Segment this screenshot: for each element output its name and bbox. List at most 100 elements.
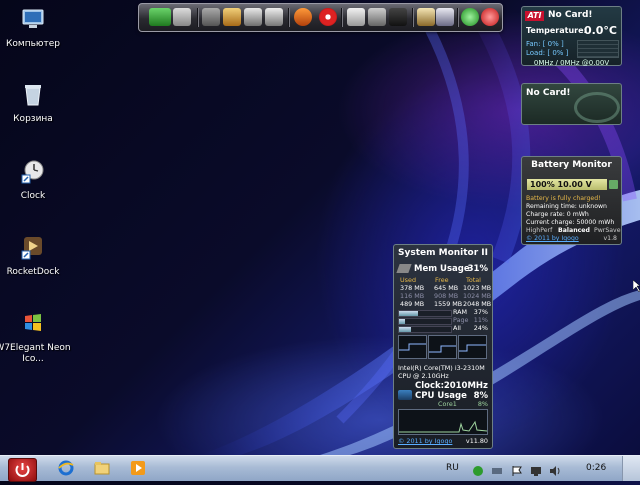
dock-separator [412, 8, 414, 27]
mem-usage-label: Mem Usage [414, 264, 470, 274]
ram-history-graph [398, 335, 427, 359]
memory-icon [396, 264, 412, 273]
clock-value: 2010MHz [443, 381, 488, 391]
col-header-free: Free [435, 276, 449, 284]
fan-readout: Fan: [ 0% ] [526, 40, 564, 48]
power-mode-balanced[interactable]: Balanced [558, 227, 590, 235]
nvidia-eye-icon [574, 92, 620, 123]
mem-cell: 116 MB [400, 292, 425, 300]
show-desktop-button[interactable] [622, 456, 640, 481]
cable-icon[interactable] [202, 8, 220, 26]
toolbox-icon[interactable] [417, 8, 435, 26]
clock-icon [21, 160, 44, 184]
volume-icon[interactable] [549, 462, 561, 476]
desktop-icon-recycle-bin[interactable]: Корзина [0, 81, 72, 125]
power-icon[interactable] [481, 8, 499, 26]
media-player-icon[interactable] [129, 459, 147, 477]
cpu-model: Intel(R) Core(TM) i3-2310M [398, 364, 485, 372]
power-mode-pwrsave[interactable]: PwrSave [594, 227, 621, 235]
cpu-name: Intel(R) Core(TM) i3-2310M CPU @ 2.10GHz [398, 364, 485, 380]
mem-usage-value: 31% [467, 264, 488, 274]
all-history-graph [458, 335, 487, 359]
desktop-icon-computer[interactable]: Компьютер [0, 6, 72, 50]
gadget-title: System Monitor II [397, 248, 488, 258]
power-symbol-icon [15, 463, 30, 477]
page-label: Page [453, 316, 469, 324]
page-history-graph [428, 335, 457, 359]
cpu-icon [398, 390, 412, 400]
network-icon[interactable] [491, 462, 503, 474]
page-value: 11% [473, 316, 488, 324]
battery-remaining: Remaining time: unknown [526, 203, 607, 210]
dock-separator [288, 8, 290, 27]
paint-icon[interactable] [265, 8, 283, 26]
nvidia-gpu-gadget[interactable]: No Card! [521, 83, 622, 125]
battery-current-charge: Current charge: 50000 mWh [526, 219, 615, 226]
mem-cell: 489 MB [400, 300, 425, 308]
explorer-folder-icon[interactable] [93, 459, 111, 477]
ram-label: RAM [453, 308, 468, 316]
ati-logo: ATI [525, 11, 544, 21]
gear-icon[interactable] [244, 8, 262, 26]
rocketdock-icon [21, 237, 42, 260]
gadget-title: Battery Monitor [531, 160, 612, 170]
dock-separator [341, 8, 343, 27]
version-label: v11.80 [465, 437, 488, 445]
taskbar-clock[interactable]: 0:26 [586, 463, 606, 473]
system-monitor-gadget[interactable]: System Monitor II Mem Usage 31% Used Fre… [393, 244, 493, 449]
computer-icon [22, 9, 44, 28]
photos-icon[interactable] [223, 8, 241, 26]
internet-explorer-icon[interactable] [57, 459, 75, 477]
all-value: 24% [473, 324, 488, 332]
desktop-icon-label: Clock [20, 191, 46, 201]
rocketdock-bar [138, 3, 503, 32]
power-mode-highperf[interactable]: HighPerf [526, 227, 552, 235]
language-indicator[interactable]: RU [446, 463, 459, 473]
battery-charge-rate: Charge rate: 0 mWh [526, 211, 589, 218]
disk-icon[interactable] [389, 8, 407, 26]
tools-icon[interactable] [173, 8, 191, 26]
plug-icon [609, 180, 618, 189]
version-label: v1.8 [603, 235, 617, 242]
mem-cell: 2048 MB [463, 300, 492, 308]
battery-status: Battery is fully charged! [526, 195, 601, 202]
accept-icon[interactable] [461, 8, 479, 26]
cpu-speed: CPU @ 2.10GHz [398, 372, 449, 380]
desktop-icon-label: Компьютер [6, 39, 60, 49]
desktop-icon-clock[interactable]: Clock [0, 158, 72, 202]
battery-meter: 100% 10.00 V [527, 179, 607, 190]
desktop-icon-label: W7Elegant Neon Ico... [0, 343, 71, 364]
mem-cell: 1024 MB [463, 292, 492, 300]
ati-gpu-gadget[interactable]: ATI No Card! Temperature: 0.0°C Fan: [ 0… [521, 6, 622, 67]
battery-monitor-gadget[interactable]: Battery Monitor 100% 10.00 V Battery is … [521, 156, 622, 245]
page-meter [398, 318, 452, 325]
security-icon[interactable] [472, 462, 484, 476]
desktop-icon-w7elegant[interactable]: W7Elegant Neon Ico... [0, 310, 72, 365]
display-icon[interactable] [530, 462, 542, 476]
start-button[interactable] [8, 458, 37, 482]
core-label: Core1 [438, 400, 457, 408]
hero-icon[interactable] [294, 8, 312, 26]
monitor-icon[interactable] [149, 8, 171, 26]
media-icon[interactable] [436, 8, 454, 26]
all-label: All [453, 324, 461, 332]
flag-icon[interactable] [511, 462, 523, 476]
col-header-used: Used [400, 276, 416, 284]
ram-meter [398, 310, 452, 317]
clock-label: Clock: [415, 381, 445, 391]
mem-cell: 1023 MB [463, 284, 492, 292]
mem-cell: 645 MB [434, 284, 459, 292]
folders-icon[interactable] [368, 8, 386, 26]
desktop-icon-rocketdock[interactable]: RocketDock [0, 234, 72, 278]
copyright-link[interactable]: © 2011 by Igogo [398, 437, 452, 445]
mem-cell: 378 MB [400, 284, 425, 292]
magnet-icon[interactable] [319, 8, 337, 26]
desktop-icon-label: Корзина [13, 114, 53, 124]
copyright-link[interactable]: © 2011 by Igogo [526, 235, 579, 242]
gpu-clock-readout: 0MHz / 0MHz @0.00V [533, 59, 610, 67]
gpu-meter [577, 40, 619, 58]
archive-icon[interactable] [347, 8, 365, 26]
temperature-value: 0.0°C [583, 24, 617, 37]
cpu-history-graph [398, 409, 488, 435]
temperature-label: Temperature: [526, 26, 587, 35]
